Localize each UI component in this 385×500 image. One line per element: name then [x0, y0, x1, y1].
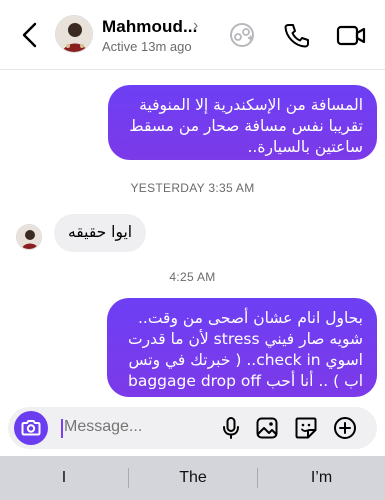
message-thread[interactable]: المسافة من الإسكندرية إلا المنوفية تقريب… — [0, 70, 385, 405]
outgoing-message[interactable]: المسافة من الإسكندرية إلا المنوفية تقريب… — [108, 85, 377, 160]
chevron-right-icon[interactable]: › — [193, 17, 198, 35]
microphone-icon[interactable] — [219, 416, 243, 440]
sticker-icon[interactable] — [294, 416, 318, 440]
photo-icon[interactable] — [255, 416, 279, 440]
suggestion-1[interactable]: I — [0, 456, 128, 500]
back-chevron-icon[interactable] — [18, 20, 42, 50]
camera-button[interactable] — [14, 411, 48, 445]
video-camera-icon[interactable] — [335, 21, 367, 49]
timestamp: YESTERDAY 3:35 AM — [130, 181, 255, 195]
game-controller-icon[interactable] — [228, 21, 256, 49]
chat-header: Mahmoud... › Active 13m ago — [0, 0, 385, 70]
active-status: Active 13m ago — [102, 39, 192, 54]
message-composer — [8, 407, 377, 449]
avatar[interactable] — [16, 224, 42, 250]
camera-icon — [21, 420, 41, 436]
plus-icon[interactable] — [333, 416, 357, 440]
keyboard-suggestion-bar: I The I’m — [0, 456, 385, 500]
incoming-message[interactable]: ايوا حقيقه — [54, 214, 147, 252]
suggestion-3[interactable]: I’m — [258, 456, 385, 500]
outgoing-message[interactable]: بحاول انام عشان أصحى من وقت.. شويه صار ف… — [107, 298, 377, 397]
avatar[interactable] — [55, 15, 93, 53]
suggestion-2[interactable]: The — [129, 456, 257, 500]
contact-name[interactable]: Mahmoud... — [102, 17, 197, 37]
phone-icon[interactable] — [282, 21, 310, 49]
message-input[interactable] — [64, 418, 204, 436]
text-cursor — [61, 419, 63, 438]
timestamp: 4:25 AM — [169, 270, 216, 284]
